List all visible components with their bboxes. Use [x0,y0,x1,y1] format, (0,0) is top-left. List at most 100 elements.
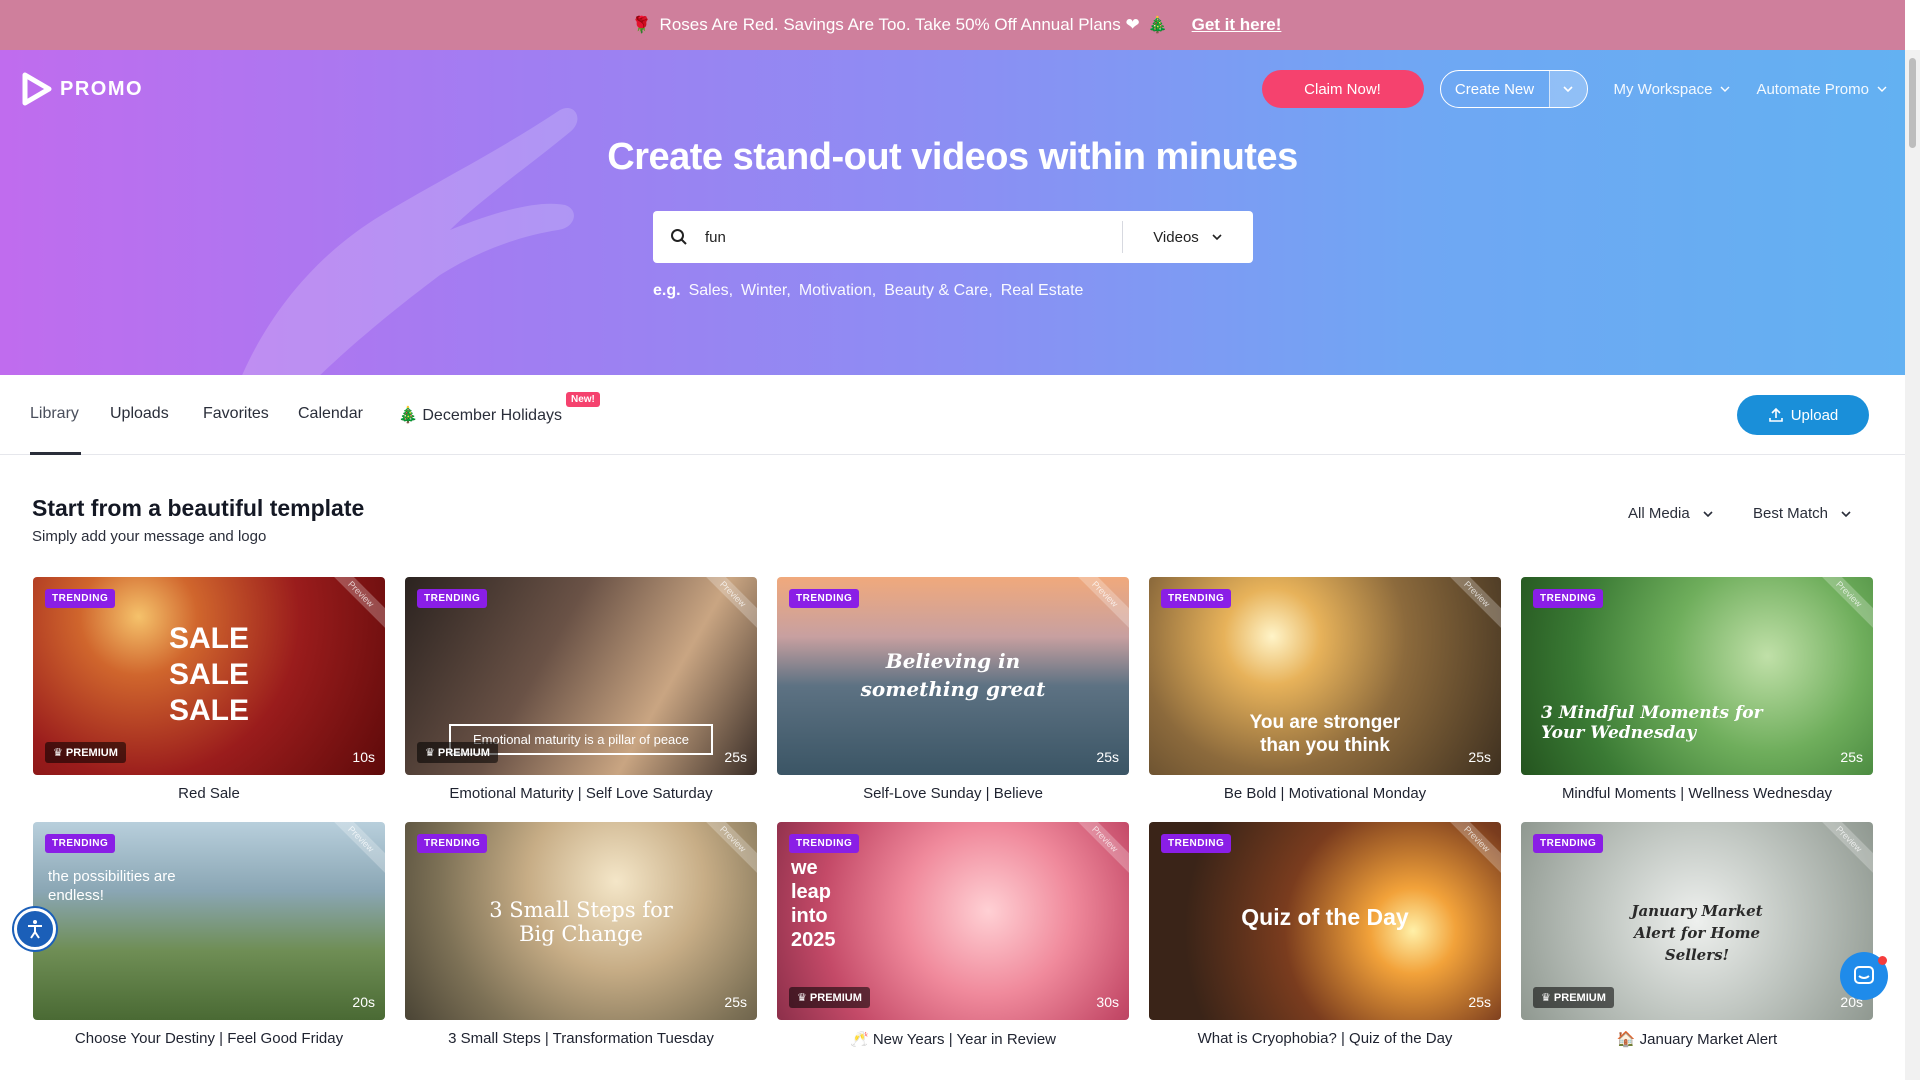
automate-promo-label: Automate Promo [1756,80,1869,98]
duration-label: 10s [352,749,375,765]
template-title[interactable]: 🏠 January Market Alert [1521,1030,1873,1048]
template-title[interactable]: Choose Your Destiny | Feel Good Friday [33,1030,385,1047]
upload-button[interactable]: Upload [1737,395,1869,435]
example-link[interactable]: Winter, [741,282,791,300]
template-title[interactable]: Mindful Moments | Wellness Wednesday [1521,785,1873,802]
library-tabs: Library Uploads Favorites Calendar 🎄 Dec… [0,375,1905,455]
trending-badge: TRENDING [789,834,860,853]
create-new-dropdown[interactable] [1548,71,1587,107]
trending-badge: TRENDING [1533,589,1604,608]
template-card[interactable]: Preview TRENDING Believing in something … [777,577,1129,802]
template-thumbnail[interactable]: Preview TRENDING 3 Small Steps for Big C… [405,822,757,1020]
template-title[interactable]: Emotional Maturity | Self Love Saturday [405,785,757,802]
hand-background-image [242,108,578,375]
template-title[interactable]: What is Cryophobia? | Quiz of the Day [1149,1030,1501,1047]
preview-ribbon: Preview [692,577,757,635]
example-link[interactable]: Beauty & Care, [884,282,993,300]
example-link[interactable]: Sales, [689,282,733,300]
template-thumbnail[interactable]: Preview TRENDING Emotional maturity is a… [405,577,757,775]
preview-ribbon: Preview [320,577,385,635]
duration-label: 25s [724,749,747,765]
scrollbar-thumb[interactable] [1909,58,1916,148]
media-type-label: Videos [1153,228,1199,246]
duration-label: 25s [1096,749,1119,765]
template-card[interactable]: Preview TRENDING 3 Small Steps for Big C… [405,822,757,1047]
new-badge: New! [566,392,600,407]
trending-badge: TRENDING [1533,834,1604,853]
media-type-select[interactable]: Videos [1123,229,1253,246]
chevron-down-icon [1212,234,1222,241]
chevron-down-icon [1720,86,1730,92]
premium-badge: ♛ PREMIUM [45,742,126,763]
promo-text: Roses Are Red. Savings Are Too. Take 50%… [659,15,1140,34]
page-scrollbar[interactable] [1905,50,1920,1080]
template-card[interactable]: Preview TRENDING the possibilities are e… [33,822,385,1047]
create-new-button[interactable]: Create New [1439,70,1588,108]
promo-cta-link[interactable]: Get it here! [1192,15,1282,35]
upload-label: Upload [1790,406,1839,424]
claim-now-button[interactable]: Claim Now! [1261,70,1424,108]
preview-ribbon: Preview [1064,822,1129,880]
template-card[interactable]: Preview TRENDING we leap into 2025 ♛ PRE… [777,822,1129,1048]
preview-ribbon: Preview [320,822,385,880]
template-thumbnail[interactable]: Preview TRENDING January Market Alert fo… [1521,822,1873,1020]
template-card[interactable]: Preview TRENDING SALE SALE SALE ♛ PREMIU… [33,577,385,802]
thumbnail-caption: SALE SALE SALE [168,622,249,727]
active-tab-indicator [30,452,81,455]
template-thumbnail[interactable]: Preview TRENDING the possibilities are e… [33,822,385,1020]
tab-calendar[interactable]: Calendar [298,405,363,423]
template-card[interactable]: Preview TRENDING Quiz of the Day 25s Wha… [1149,822,1501,1047]
example-link[interactable]: Motivation, [799,282,876,300]
thumbnail-caption: we leap into 2025 [791,857,836,951]
template-thumbnail[interactable]: Preview TRENDING Quiz of the Day 25s [1149,822,1501,1020]
template-title[interactable]: 🥂 New Years | Year in Review [777,1030,1129,1048]
preview-ribbon: Preview [1436,577,1501,635]
sort-filter[interactable]: Best Match [1753,505,1852,522]
template-thumbnail[interactable]: Preview TRENDING Believing in something … [777,577,1129,775]
template-card[interactable]: Preview TRENDING Emotional maturity is a… [405,577,757,802]
play-logo-icon [22,72,52,106]
search-input[interactable] [705,211,1122,263]
thumbnail-caption: Quiz of the Day [1241,904,1409,930]
chevron-down-icon [1563,86,1573,93]
automate-promo-menu[interactable]: Automate Promo [1756,81,1887,98]
tab-favorites[interactable]: Favorites [203,405,269,423]
rose-icon: 🌹 [631,17,652,34]
tab-library[interactable]: Library [30,405,79,423]
template-thumbnail[interactable]: Preview TRENDING we leap into 2025 ♛ PRE… [777,822,1129,1020]
template-card[interactable]: Preview TRENDING January Market Alert fo… [1521,822,1873,1048]
duration-label: 25s [1468,994,1491,1010]
template-card[interactable]: Preview TRENDING 3 Mindful Moments for Y… [1521,577,1873,802]
template-title[interactable]: 3 Small Steps | Transformation Tuesday [405,1030,757,1047]
template-thumbnail[interactable]: Preview TRENDING SALE SALE SALE ♛ PREMIU… [33,577,385,775]
tab-uploads[interactable]: Uploads [110,405,169,423]
template-title[interactable]: Be Bold | Motivational Monday [1149,785,1501,802]
promo-logo[interactable]: PROMO [22,72,143,106]
thumbnail-caption: You are stronger than you think [1249,712,1401,756]
premium-badge: ♛ PREMIUM [417,742,498,763]
all-media-filter[interactable]: All Media [1628,505,1714,522]
preview-ribbon: Preview [1808,822,1873,880]
template-thumbnail[interactable]: Preview TRENDING You are stronger than y… [1149,577,1501,775]
accessibility-icon [28,920,42,939]
template-thumbnail[interactable]: Preview TRENDING 3 Mindful Moments for Y… [1521,577,1873,775]
example-link[interactable]: Real Estate [1001,282,1084,300]
template-title[interactable]: Red Sale [33,785,385,802]
template-card[interactable]: Preview TRENDING You are stronger than y… [1149,577,1501,802]
accessibility-button[interactable] [14,908,56,950]
tab-december-holidays[interactable]: 🎄 December Holidays [398,405,562,425]
chevron-down-icon [1877,86,1887,92]
duration-label: 20s [352,994,375,1010]
template-title[interactable]: Self-Love Sunday | Believe [777,785,1129,802]
my-workspace-menu[interactable]: My Workspace [1614,81,1731,98]
create-new-label: Create New [1454,80,1535,98]
search-examples: e.g. Sales, Winter, Motivation, Beauty &… [653,282,1091,300]
notification-dot [1878,956,1887,965]
chat-icon [1854,966,1874,984]
header-nav: Claim Now! Create New My Workspace Autom… [1261,70,1905,108]
trending-badge: TRENDING [45,589,116,608]
preview-ribbon: Preview [1064,577,1129,635]
thumbnail-caption: 3 Mindful Moments for Your Wednesday [1541,703,1763,743]
thumbnail-caption: Believing in something great [860,649,1046,701]
my-workspace-label: My Workspace [1613,80,1713,98]
